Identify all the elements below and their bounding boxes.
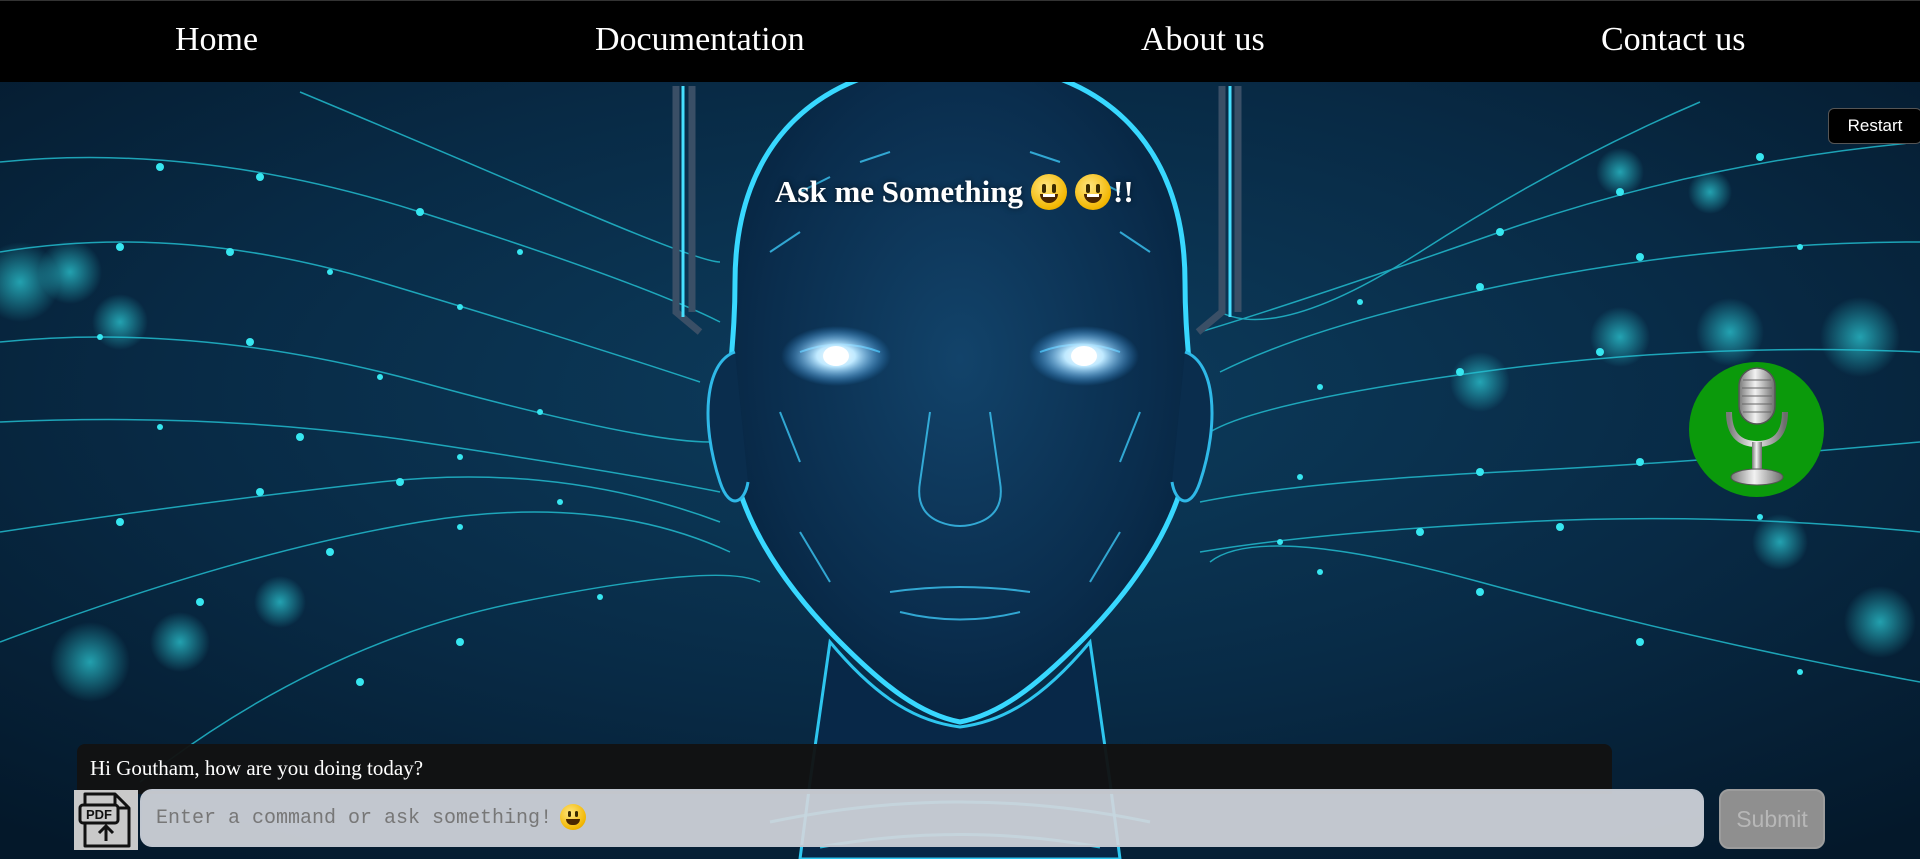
svg-text:PDF: PDF [86, 807, 112, 822]
nav-documentation-link[interactable]: Documentation [595, 21, 805, 59]
microphone-icon [1726, 367, 1788, 486]
pdf-upload-icon: PDF [78, 792, 131, 848]
grinning-face-icon [1031, 174, 1068, 210]
microphone-button[interactable] [1689, 362, 1824, 497]
chat-assistant-page: Home Documentation About us Contact us A… [0, 0, 1920, 859]
top-navbar: Home Documentation About us Contact us [0, 0, 1920, 82]
command-input[interactable] [140, 789, 1704, 847]
grinning-face-icon [560, 804, 586, 830]
nav-home-link[interactable]: Home [175, 21, 258, 59]
nav-contact-link[interactable]: Contact us [1601, 21, 1745, 59]
page-title: Ask me Something !! [775, 174, 1134, 210]
nav-about-link[interactable]: About us [1141, 21, 1265, 59]
grinning-face-icon [1075, 174, 1112, 210]
page-title-suffix: !! [1113, 174, 1134, 209]
submit-button[interactable]: Submit [1719, 789, 1825, 849]
chat-response-text: Hi Goutham, how are you doing today? [90, 756, 424, 780]
chat-response-box: Hi Goutham, how are you doing today? [77, 744, 1612, 794]
pdf-upload-button[interactable]: PDF [74, 790, 138, 850]
page-title-text: Ask me Something [775, 174, 1024, 209]
restart-button[interactable]: Restart [1828, 108, 1920, 144]
